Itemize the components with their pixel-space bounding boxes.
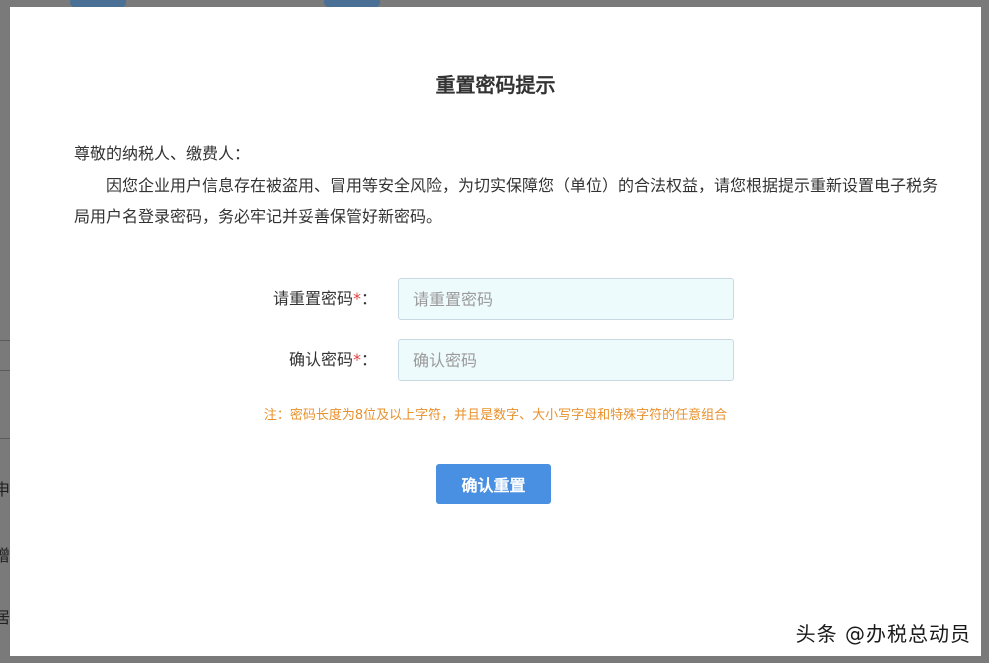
- password-rule-note: 注：密码长度为8位及以上字符，并且是数字、大小写字母和特殊字符的任意组合: [263, 408, 728, 423]
- confirm-password-input[interactable]: [398, 339, 734, 381]
- background-divider: [0, 370, 10, 371]
- required-mark: *: [352, 289, 361, 308]
- reset-password-label-text: 请重置密码: [272, 289, 353, 308]
- reset-password-dialog: 重置密码提示 尊敬的纳税人、缴费人： 因您企业用户信息存在被盗用、冒用等安全风险…: [10, 7, 981, 656]
- confirm-password-label-text: 确认密码: [288, 350, 353, 369]
- reset-password-input[interactable]: [398, 278, 734, 320]
- dialog-message: 因您企业用户信息存在被盗用、冒用等安全风险，为切实保障您（单位）的合法权益，请您…: [74, 176, 939, 226]
- confirm-password-row: 确认密码*：: [10, 339, 981, 381]
- label-colon: ：: [360, 350, 377, 369]
- dialog-greeting: 尊敬的纳税人、缴费人：: [74, 144, 251, 163]
- confirm-password-label: 确认密码*：: [289, 339, 377, 381]
- background-text-fragment: 居: [0, 608, 11, 627]
- background-divider: [0, 340, 10, 341]
- background-divider: [0, 438, 10, 439]
- required-mark: *: [352, 350, 361, 369]
- background-text-fragment: 增: [0, 546, 11, 565]
- watermark: 头条 @办税总动员: [795, 622, 971, 646]
- reset-password-label: 请重置密码*：: [273, 278, 377, 320]
- dialog-title: 重置密码提示: [435, 73, 556, 97]
- confirm-reset-button[interactable]: 确认重置: [436, 464, 551, 504]
- background-text-fragment: 申: [0, 480, 11, 499]
- label-colon: ：: [360, 289, 377, 308]
- reset-password-row: 请重置密码*：: [10, 278, 981, 320]
